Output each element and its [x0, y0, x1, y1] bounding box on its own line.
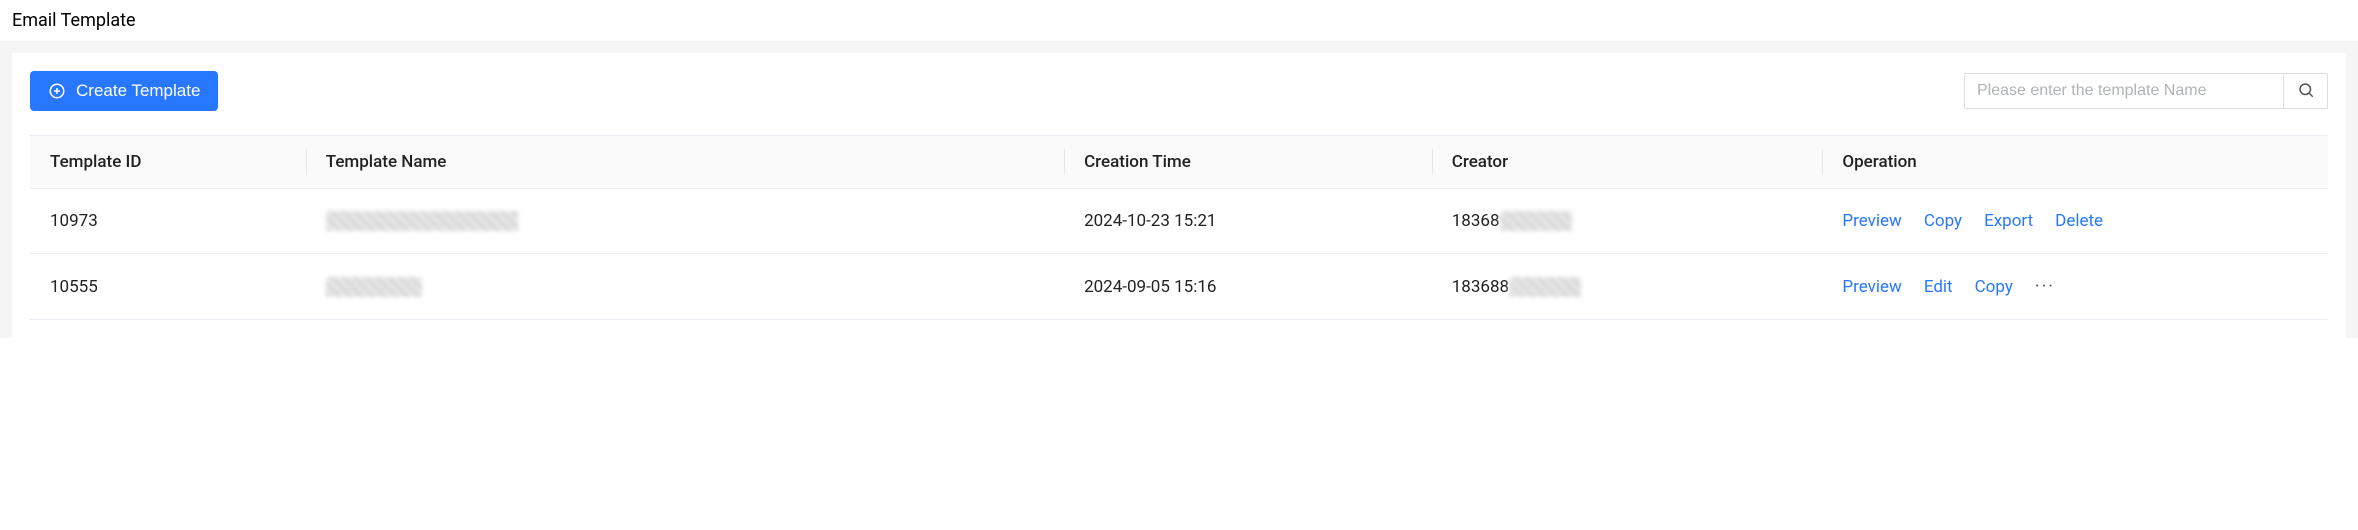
create-template-button[interactable]: Create Template [30, 71, 218, 111]
cell-name: ████████ [306, 254, 1064, 320]
cell-time: 2024-09-05 15:16 [1064, 254, 1432, 320]
toolbar: Create Template [30, 71, 2328, 111]
search-input[interactable] [1964, 73, 2284, 109]
create-template-label: Create Template [76, 81, 200, 101]
table-row: 10555 ████████ 2024-09-05 15:16 183688██… [30, 254, 2328, 320]
cell-id: 10555 [30, 254, 306, 320]
template-table: Template ID Template Name Creation Time … [30, 135, 2328, 320]
search-button[interactable] [2284, 73, 2328, 109]
cell-ops: Preview Edit Copy ··· [1822, 254, 2328, 320]
op-preview[interactable]: Preview [1842, 211, 1901, 231]
op-edit[interactable]: Edit [1924, 277, 1953, 297]
plus-circle-icon [48, 82, 66, 100]
col-header-name: Template Name [306, 136, 1064, 189]
col-header-op: Operation [1822, 136, 2328, 189]
op-export[interactable]: Export [1984, 211, 2033, 231]
table-row: 10973 ████████████████ 2024-10-23 15:21 … [30, 189, 2328, 254]
search-icon [2297, 81, 2315, 102]
col-header-id: Template ID [30, 136, 306, 189]
op-copy[interactable]: Copy [1975, 277, 2013, 297]
op-delete[interactable]: Delete [2055, 211, 2103, 231]
cell-ops: Preview Copy Export Delete [1822, 189, 2328, 254]
op-preview[interactable]: Preview [1842, 277, 1901, 297]
cell-id: 10973 [30, 189, 306, 254]
cell-name: ████████████████ [306, 189, 1064, 254]
op-more[interactable]: ··· [2035, 276, 2055, 297]
search-group [1964, 73, 2328, 109]
table-header-row: Template ID Template Name Creation Time … [30, 136, 2328, 189]
content-card: Create Template Template ID [12, 53, 2346, 338]
col-header-time: Creation Time [1064, 136, 1432, 189]
cell-time: 2024-10-23 15:21 [1064, 189, 1432, 254]
cell-creator: 18368██████ [1432, 189, 1823, 254]
page-title: Email Template [12, 10, 136, 31]
cell-creator: 183688██████ [1432, 254, 1823, 320]
col-header-creator: Creator [1432, 136, 1823, 189]
op-copy[interactable]: Copy [1924, 211, 1962, 231]
